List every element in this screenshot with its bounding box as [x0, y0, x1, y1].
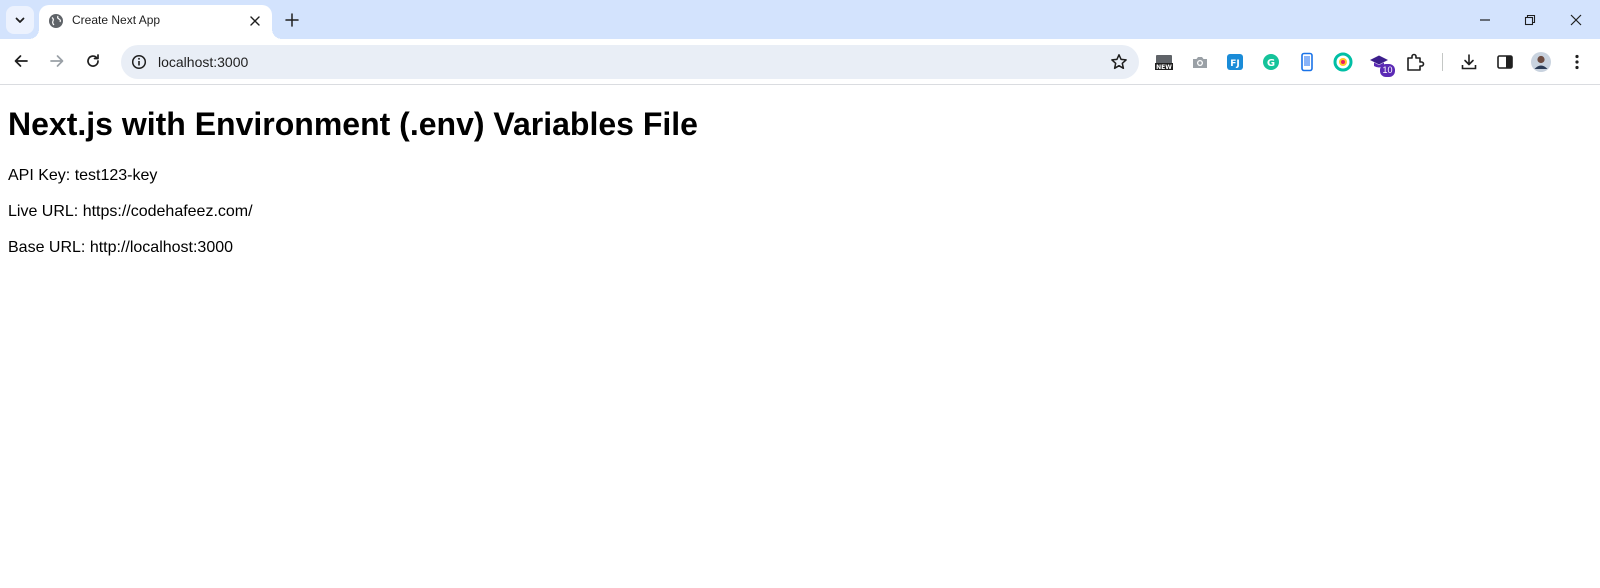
tab-strip: Create Next App	[0, 0, 1600, 39]
restore-icon	[1524, 14, 1536, 26]
browser-toolbar: localhost:3000 NEW FJ G 10	[0, 39, 1600, 85]
window-close-button[interactable]	[1560, 5, 1592, 35]
minimize-icon	[1480, 19, 1490, 21]
new-extension-icon: NEW	[1155, 55, 1173, 71]
site-info-button[interactable]	[127, 50, 151, 74]
more-vertical-icon	[1575, 54, 1579, 70]
plus-icon	[285, 13, 299, 27]
star-icon	[1111, 54, 1127, 70]
side-panel-icon	[1497, 55, 1513, 69]
back-button[interactable]	[6, 46, 36, 76]
screenshot-extension-button[interactable]	[1187, 49, 1213, 75]
extension-badge: 10	[1380, 64, 1395, 77]
base-url-text: Base URL: http://localhost:3000	[8, 239, 234, 256]
info-icon	[131, 54, 147, 70]
chevron-down-icon	[15, 17, 25, 23]
tab-close-button[interactable]	[247, 13, 263, 29]
extensions-button[interactable]	[1402, 49, 1428, 75]
restore-button[interactable]	[1514, 5, 1546, 35]
new-tab-button[interactable]	[280, 8, 304, 32]
camera-icon	[1193, 57, 1207, 68]
globe-icon	[49, 14, 63, 28]
grammarly-label: G	[1267, 58, 1275, 69]
reload-button[interactable]	[78, 46, 108, 76]
mobile-view-button[interactable]	[1294, 49, 1320, 75]
arrow-right-icon	[50, 55, 64, 67]
fj-extension-icon: FJ	[1227, 54, 1243, 70]
tab-title: Create Next App	[72, 13, 161, 27]
mobile-view-icon	[1301, 52, 1313, 72]
menu-button[interactable]	[1564, 49, 1590, 75]
profile-button[interactable]	[1528, 49, 1554, 75]
arrow-left-icon	[14, 55, 28, 67]
extensions-puzzle-icon	[1407, 53, 1425, 71]
api-key-text: API Key: test123-key	[8, 167, 158, 184]
fj-extension-label: FJ	[1230, 59, 1240, 69]
close-icon	[1570, 14, 1582, 26]
url-text: localhost:3000	[158, 54, 249, 70]
grammarly-icon: G	[1263, 54, 1279, 70]
bookmark-button[interactable]	[1107, 50, 1131, 74]
active-tab[interactable]: Create Next App	[29, 5, 282, 39]
new-extension-button[interactable]: NEW	[1151, 49, 1177, 75]
grammarly-button[interactable]: G	[1258, 49, 1284, 75]
avatar	[1531, 52, 1551, 72]
minimize-button[interactable]	[1469, 5, 1501, 35]
toolbar-separator	[1442, 53, 1443, 71]
new-extension-label: NEW	[1156, 64, 1172, 71]
fj-extension-button[interactable]: FJ	[1222, 49, 1248, 75]
side-panel-button[interactable]	[1492, 49, 1518, 75]
color-picker-button[interactable]	[1330, 49, 1356, 75]
reload-icon	[87, 54, 99, 67]
close-icon	[250, 16, 260, 26]
live-url-text: Live URL: https://codehafeez.com/	[8, 203, 253, 220]
forward-button[interactable]	[42, 46, 72, 76]
download-icon	[1461, 54, 1477, 70]
graduation-extension-button[interactable]: 10	[1366, 49, 1395, 77]
address-bar[interactable]: localhost:3000	[121, 45, 1139, 79]
color-picker-icon	[1333, 52, 1353, 72]
downloads-button[interactable]	[1456, 49, 1482, 75]
page-title: Next.js with Environment (.env) Variable…	[8, 106, 698, 142]
